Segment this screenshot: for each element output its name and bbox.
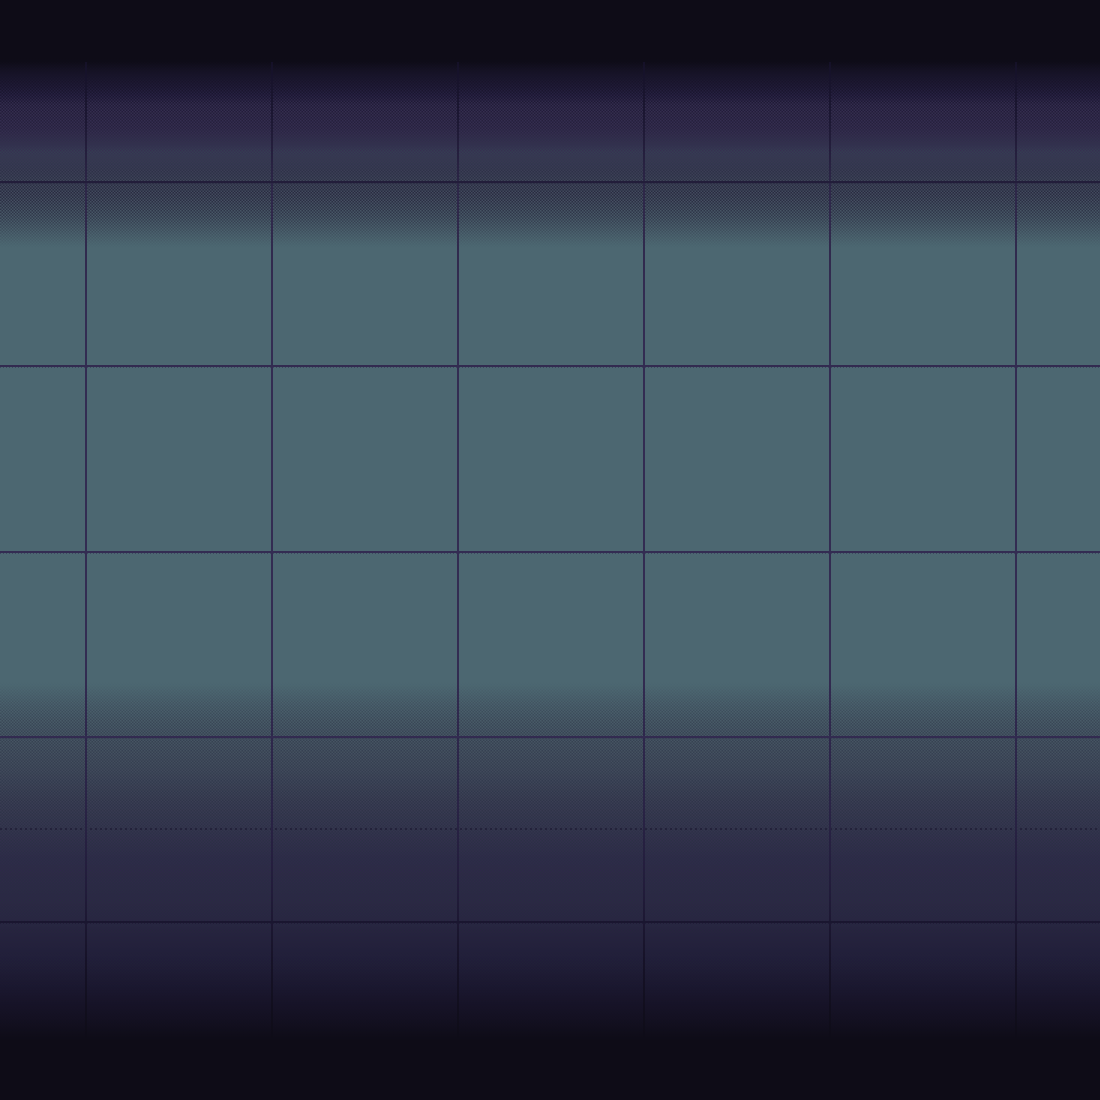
grid-line-vertical xyxy=(457,62,459,1038)
grid-line-horizontal xyxy=(0,365,1100,368)
tile-grid xyxy=(0,0,1100,1100)
grid-line-horizontal xyxy=(0,921,1100,924)
grid-line-horizontal xyxy=(0,736,1100,739)
grid-line-horizontal xyxy=(0,551,1100,554)
grid-line-vertical xyxy=(271,62,273,1038)
screen xyxy=(0,0,1100,1100)
grid-line-horizontal xyxy=(0,181,1100,184)
grid-line-vertical xyxy=(1015,62,1017,1038)
grid-line-vertical xyxy=(643,62,645,1038)
grid-line-vertical xyxy=(829,62,831,1038)
grid-line-vertical xyxy=(85,62,87,1038)
